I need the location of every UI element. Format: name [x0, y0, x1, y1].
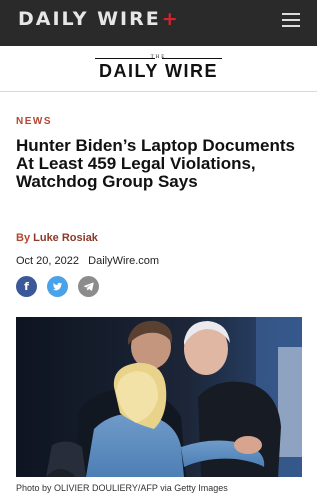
twitter-icon	[52, 282, 63, 291]
twitter-share-button[interactable]	[47, 276, 68, 297]
site-header: DAILY WIRE+	[0, 0, 317, 46]
telegram-share-button[interactable]	[78, 276, 99, 297]
facebook-icon: f	[24, 280, 29, 293]
author-link[interactable]: Luke Rosiak	[33, 232, 98, 244]
brand-plus: +	[161, 8, 180, 30]
byline: By Luke Rosiak	[16, 232, 98, 244]
article-title: Hunter Biden’s Laptop Documents At Least…	[16, 136, 295, 191]
site-logo[interactable]: DAILY WIRE+	[18, 8, 180, 30]
article-date: Oct 20, 2022	[16, 255, 79, 267]
article-photo[interactable]	[16, 317, 302, 477]
article-source: DailyWire.com	[88, 255, 160, 267]
masthead-the: THE	[150, 55, 167, 60]
masthead-name: DAILY WIRE	[98, 61, 219, 81]
telegram-icon	[83, 282, 94, 291]
hamburger-menu-icon[interactable]	[282, 13, 300, 27]
article-category[interactable]: NEWS	[16, 116, 52, 127]
masthead[interactable]: THE DAILY WIRE	[0, 46, 317, 92]
brand-name: DAILY WIRE	[18, 8, 161, 30]
masthead-rule-right	[162, 58, 222, 59]
byline-prefix: By	[16, 232, 31, 244]
dateline: Oct 20, 2022 DailyWire.com	[16, 255, 159, 267]
facebook-share-button[interactable]: f	[16, 276, 37, 297]
article-photo-illustration	[16, 317, 302, 477]
photo-caption: Photo by OLIVIER DOULIERY/AFP via Getty …	[16, 483, 228, 493]
